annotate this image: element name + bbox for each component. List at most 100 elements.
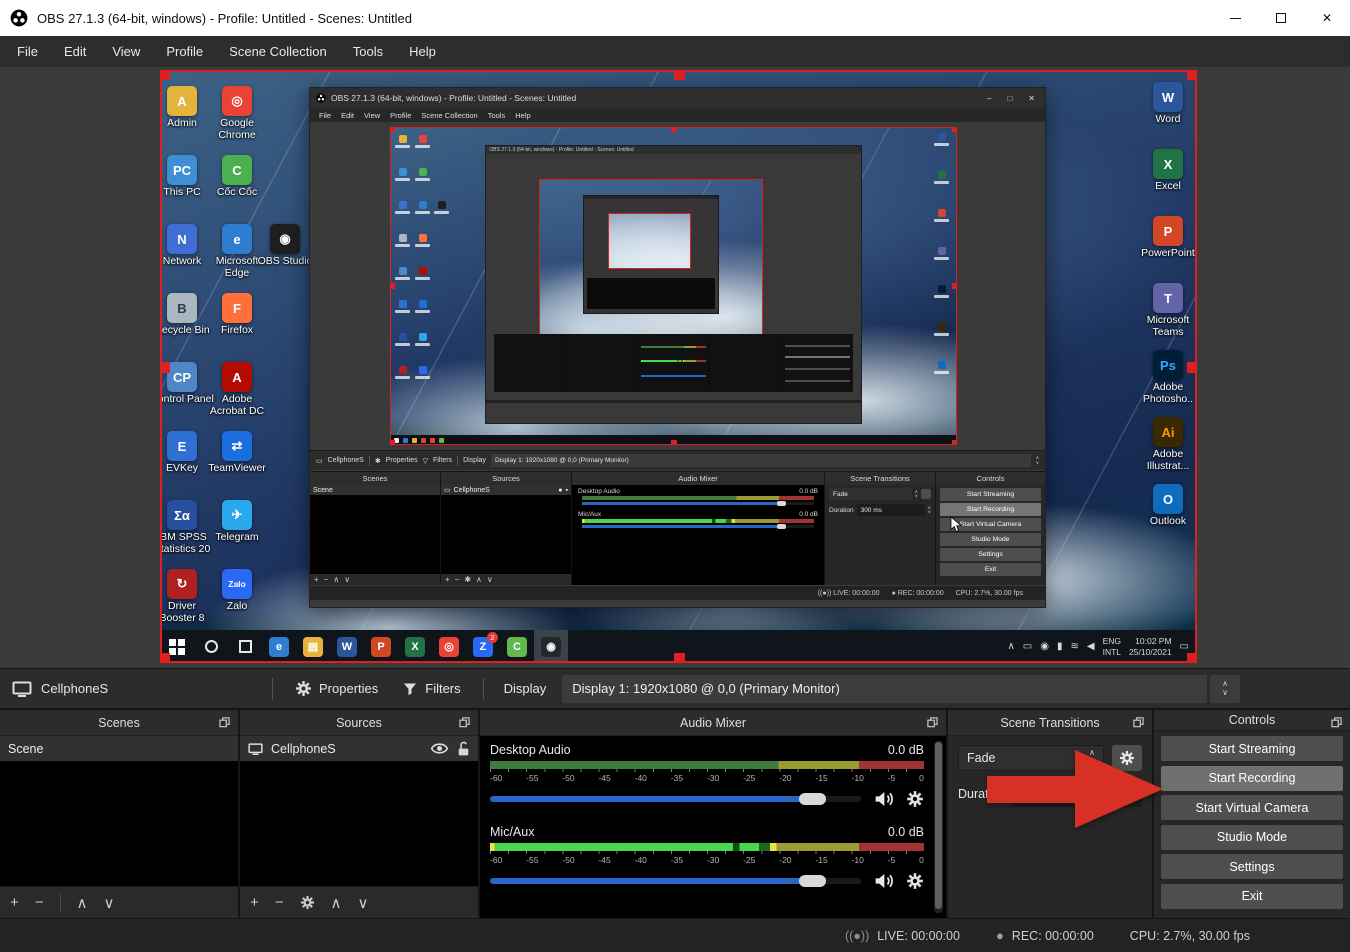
title-bar: OBS 27.1.3 (64-bit, windows) - Profile: …: [0, 0, 1350, 36]
desktop-icon: PsAdobe Photosho..: [1135, 350, 1197, 417]
app-icon: O: [1153, 484, 1183, 514]
selection-handle[interactable]: [674, 653, 685, 663]
desktop-icon-column-3: ◉OBS Studio: [252, 224, 318, 293]
exit-button[interactable]: Exit: [1161, 884, 1343, 909]
selection-handle[interactable]: [1187, 70, 1197, 80]
mixer-scrollbar[interactable]: [934, 741, 943, 913]
filters-button[interactable]: Filters: [390, 674, 472, 704]
preview-canvas[interactable]: AAdminPCThis PCNNetworkBRecycle BinCPCon…: [160, 70, 1197, 663]
start-streaming-button[interactable]: Start Streaming: [1161, 736, 1343, 761]
popout-icon[interactable]: [927, 717, 938, 728]
app-icon: F: [222, 293, 252, 323]
window-title: OBS 27.1.3 (64-bit, windows) - Profile: …: [37, 11, 412, 26]
properties-button[interactable]: Properties: [283, 674, 390, 704]
display-select[interactable]: Display 1: 1920x1080 @ 0,0 (Primary Moni…: [562, 675, 1207, 703]
selected-source-name: CellphoneS: [41, 681, 108, 696]
desktop-icon: ✈Telegram: [204, 500, 270, 569]
speaker-icon[interactable]: [873, 790, 894, 808]
desktop-icon-label: Microsoft Teams: [1135, 315, 1197, 339]
close-button[interactable]: ✕: [1304, 0, 1350, 36]
menu-profile[interactable]: Profile: [153, 36, 216, 67]
scene-list-item[interactable]: Scene: [0, 736, 238, 761]
menu-file[interactable]: File: [4, 36, 51, 67]
selection-handle[interactable]: [160, 653, 170, 663]
popout-icon[interactable]: [1133, 717, 1144, 728]
channel-level: 0.0 dB: [888, 743, 924, 757]
status-bar: ((●)) LIVE: 00:00:00 ● REC: 00:00:00 CPU…: [0, 918, 1350, 952]
start-virtual-camera-button[interactable]: Start Virtual Camera: [1161, 795, 1343, 820]
notification-badge: 2: [487, 632, 498, 643]
desktop-icon: CCốc Cốc: [204, 155, 270, 224]
volume-slider[interactable]: [490, 878, 861, 884]
visibility-eye-icon[interactable]: [430, 742, 449, 755]
app-icon: Σα: [167, 500, 197, 530]
volume-slider[interactable]: [490, 796, 861, 802]
captured-minimize: –: [987, 94, 991, 103]
desktop-icon: ⇄TeamViewer: [204, 431, 270, 500]
studio-mode-button[interactable]: Studio Mode: [1161, 825, 1343, 850]
selection-handle[interactable]: [1187, 362, 1197, 373]
maximize-button[interactable]: [1258, 0, 1304, 36]
popout-icon[interactable]: [219, 717, 230, 728]
scene-down-button[interactable]: ∨: [104, 894, 115, 912]
captured-menu-bar: FileEdit ViewProfile Scene CollectionToo…: [310, 108, 1045, 122]
menu-help[interactable]: Help: [396, 36, 449, 67]
minimize-button[interactable]: [1212, 0, 1258, 36]
app-icon: ↻: [167, 569, 197, 599]
source-up-button[interactable]: ∧: [331, 894, 342, 912]
source-list-item[interactable]: CellphoneS: [240, 736, 478, 761]
app-icon: B: [167, 293, 197, 323]
remove-source-button[interactable]: −: [275, 894, 284, 911]
popout-icon[interactable]: [459, 717, 470, 728]
source-properties-gear-icon[interactable]: [300, 895, 315, 910]
search-icon: [205, 640, 218, 653]
popout-icon[interactable]: [1331, 717, 1342, 728]
mixer-channel-mic-aux: Mic/Aux 0.0 dB -60-55-50-45-40-35-30-25-…: [490, 825, 924, 893]
source-down-button[interactable]: ∨: [358, 894, 369, 912]
selection-handle[interactable]: [160, 362, 170, 373]
volume-tray-icon: ◀: [1087, 641, 1095, 652]
add-source-button[interactable]: +: [250, 894, 259, 911]
annotation-arrow: [985, 750, 1165, 828]
selection-handle[interactable]: [674, 70, 685, 80]
menu-scene-collection[interactable]: Scene Collection: [216, 36, 340, 67]
selected-source: CellphoneS: [12, 681, 262, 697]
channel-name: Mic/Aux: [490, 825, 534, 839]
desktop-icon-label: Outlook: [1135, 516, 1197, 528]
desktop-icon-label: Telegram: [204, 532, 270, 544]
broadcast-icon: ((●)): [845, 929, 869, 943]
taskbar-icon-powerpoint: P: [364, 630, 398, 663]
obs-main-window: OBS 27.1.3 (64-bit, windows) - Profile: …: [0, 0, 1350, 952]
app-icon: Ps: [1153, 350, 1183, 380]
audio-mixer-dock: Audio Mixer Desktop Audio 0.0 dB: [480, 710, 946, 918]
volume-meter: [490, 761, 924, 769]
clock: 10:02 PM25/10/2021: [1129, 636, 1172, 656]
taskbar-icon-file-explorer: ▤: [296, 630, 330, 663]
channel-settings-gear-icon[interactable]: [906, 872, 924, 890]
desktop-icon-column-right: WWordXExcelPPowerPointTMicrosoft TeamsPs…: [1135, 82, 1197, 551]
controls-dock: Controls Start Streaming Start Recording…: [1154, 710, 1350, 918]
volume-meter: [490, 843, 924, 851]
display-select-spinner[interactable]: ∧∨: [1210, 675, 1240, 703]
app-icon: PC: [167, 155, 197, 185]
channel-settings-gear-icon[interactable]: [906, 790, 924, 808]
meter-scale: -60-55-50-45-40-35-30-25-20-15-10-50: [490, 773, 924, 785]
sound-tray-icon: ◉: [1040, 641, 1049, 652]
app-icon: CP: [167, 362, 197, 392]
lock-open-icon[interactable]: [457, 741, 470, 757]
menu-tools[interactable]: Tools: [340, 36, 396, 67]
start-recording-button[interactable]: Start Recording: [1161, 766, 1343, 791]
menu-edit[interactable]: Edit: [51, 36, 99, 67]
selection-handle[interactable]: [160, 70, 170, 80]
remove-scene-button[interactable]: −: [35, 894, 44, 911]
hidden-icons-icon: ∧: [1007, 641, 1014, 652]
speaker-icon[interactable]: [873, 872, 894, 890]
app-icon: X: [1153, 149, 1183, 179]
scene-up-button[interactable]: ∧: [77, 894, 88, 912]
settings-button[interactable]: Settings: [1161, 854, 1343, 879]
app-icon: ◉: [270, 224, 300, 254]
menu-view[interactable]: View: [99, 36, 153, 67]
add-scene-button[interactable]: +: [10, 894, 19, 911]
selection-handle[interactable]: [1187, 653, 1197, 663]
desktop-icon-label: Adobe Photosho..: [1135, 382, 1197, 406]
